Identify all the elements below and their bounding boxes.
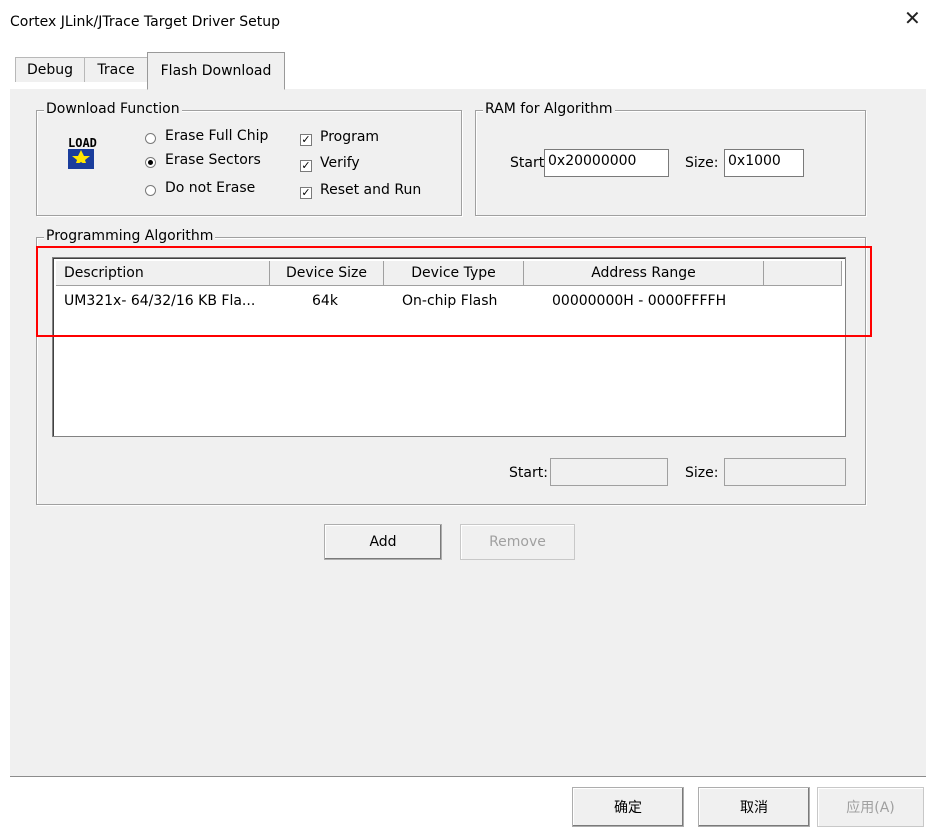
svg-text:LOAD: LOAD xyxy=(68,136,97,150)
checkbox-program[interactable]: ✓ xyxy=(300,134,312,146)
do-not-erase-label: Do not Erase xyxy=(165,180,256,196)
algo-start-label: Start: xyxy=(509,465,548,481)
cell-device-type: On-chip Flash xyxy=(402,293,498,309)
programming-algorithm-legend: Programming Algorithm xyxy=(44,228,216,244)
radio-erase-full-chip[interactable] xyxy=(145,133,156,144)
close-icon[interactable]: ✕ xyxy=(904,8,921,28)
window-title: Cortex JLink/JTrace Target Driver Setup xyxy=(10,14,280,30)
table-row[interactable]: UM321x- 64/32/16 KB Fla... 64k On-chip F… xyxy=(56,288,842,314)
program-label: Program xyxy=(320,129,380,145)
download-function-legend: Download Function xyxy=(44,101,182,117)
ram-size-input[interactable]: 0x1000 xyxy=(724,149,804,177)
remove-button: Remove xyxy=(460,524,575,560)
checkbox-verify[interactable]: ✓ xyxy=(300,160,312,172)
column-header-address-range[interactable]: Address Range xyxy=(524,261,764,286)
tab-trace[interactable]: Trace xyxy=(84,57,148,82)
algo-size-input xyxy=(724,458,846,486)
ram-for-algorithm-legend: RAM for Algorithm xyxy=(483,101,615,117)
algo-size-label: Size: xyxy=(685,465,719,481)
algo-start-input xyxy=(550,458,668,486)
checkbox-reset-and-run[interactable]: ✓ xyxy=(300,187,312,199)
column-header-empty xyxy=(764,261,842,286)
ram-size-label: Size: xyxy=(685,155,719,171)
column-header-device-type[interactable]: Device Type xyxy=(384,261,524,286)
add-button[interactable]: Add xyxy=(324,524,442,560)
tab-debug[interactable]: Debug xyxy=(15,57,85,82)
tab-flash-download[interactable]: Flash Download xyxy=(147,52,285,90)
reset-and-run-label: Reset and Run xyxy=(320,182,422,198)
load-icon: LOAD xyxy=(66,133,110,175)
cancel-button[interactable]: 取消 xyxy=(698,787,810,827)
ok-button[interactable]: 确定 xyxy=(572,787,684,827)
cell-address-range: 00000000H - 0000FFFFH xyxy=(552,293,727,309)
panel-divider xyxy=(10,776,926,777)
apply-button: 应用(A) xyxy=(817,787,924,827)
column-header-device-size[interactable]: Device Size xyxy=(270,261,384,286)
verify-label: Verify xyxy=(320,155,360,171)
erase-sectors-label: Erase Sectors xyxy=(165,152,261,168)
column-header-description[interactable]: Description xyxy=(56,261,270,286)
cell-device-size: 64k xyxy=(312,293,338,309)
radio-do-not-erase[interactable] xyxy=(145,185,156,196)
algorithm-list[interactable]: Description Device Size Device Type Addr… xyxy=(52,257,846,437)
erase-full-chip-label: Erase Full Chip xyxy=(165,128,269,144)
radio-erase-sectors[interactable] xyxy=(145,157,156,168)
cell-description: UM321x- 64/32/16 KB Fla... xyxy=(64,293,256,309)
ram-start-input[interactable]: 0x20000000 xyxy=(544,149,669,177)
